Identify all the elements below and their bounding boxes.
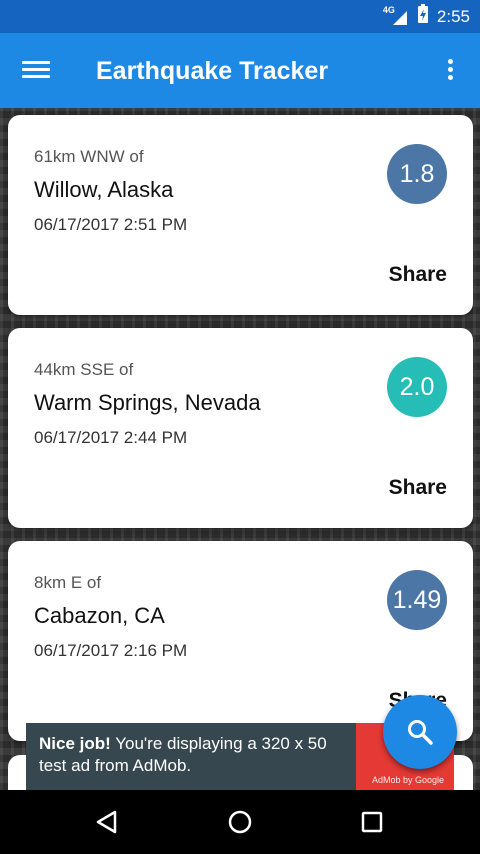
recents-icon[interactable] <box>353 802 393 842</box>
ad-brand: AdMob by Google <box>371 775 444 785</box>
battery-charging-icon <box>417 4 429 29</box>
quake-time: 06/17/2017 2:44 PM <box>34 428 188 447</box>
earthquake-list[interactable]: 61km WNW of Willow, Alaska 06/17/2017 2:… <box>0 108 480 790</box>
clock: 2:55 <box>436 6 470 26</box>
quake-distance: 61km WNW of <box>34 147 144 166</box>
quake-distance: 8km E of <box>34 573 102 592</box>
quake-time: 06/17/2017 2:51 PM <box>34 215 188 234</box>
more-vert-icon[interactable] <box>440 56 460 86</box>
quake-place: Warm Springs, Nevada <box>34 390 261 415</box>
share-button[interactable]: Share <box>389 476 447 500</box>
magnitude-badge: 2.0 <box>387 357 447 417</box>
share-button[interactable]: Share <box>389 263 447 287</box>
back-icon[interactable] <box>87 802 127 842</box>
status-icons: 4G 2:55 <box>383 0 470 33</box>
menu-icon[interactable] <box>22 57 50 83</box>
quake-distance: 44km SSE of <box>34 360 134 379</box>
app-title: Earthquake Tracker <box>96 57 329 85</box>
network-signal-icon: 4G <box>383 5 409 27</box>
magnitude-badge: 1.49 <box>387 570 447 630</box>
navigation-bar <box>0 790 480 854</box>
quake-card[interactable]: 61km WNW of Willow, Alaska 06/17/2017 2:… <box>8 115 473 315</box>
magnitude-badge: 1.8 <box>387 144 447 204</box>
quake-card[interactable]: 44km SSE of Warm Springs, Nevada 06/17/2… <box>8 328 473 528</box>
quake-place: Cabazon, CA <box>34 603 165 628</box>
status-bar: 4G 2:55 <box>0 0 480 33</box>
home-icon[interactable] <box>220 802 260 842</box>
quake-place: Willow, Alaska <box>34 177 174 202</box>
search-icon <box>408 720 433 745</box>
ad-headline: Nice job! <box>39 734 111 753</box>
search-fab[interactable] <box>383 695 457 769</box>
ad-text: Nice job! You're displaying a 320 x 50 t… <box>39 733 349 777</box>
quake-time: 06/17/2017 2:16 PM <box>34 641 188 660</box>
app-bar: Earthquake Tracker <box>0 33 480 108</box>
